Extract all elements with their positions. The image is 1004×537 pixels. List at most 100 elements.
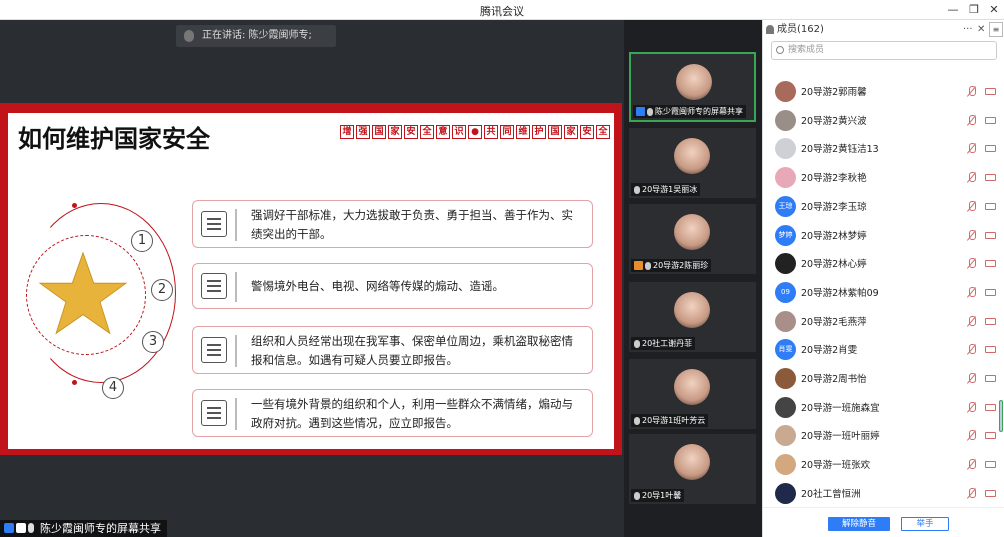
- camera-off-icon[interactable]: [985, 145, 996, 153]
- camera-off-icon[interactable]: [985, 403, 996, 411]
- step-badge-3: 3: [142, 331, 164, 353]
- member-row[interactable]: 20导游一班施森宜: [763, 394, 1004, 422]
- muted-mic-icon[interactable]: [967, 86, 976, 97]
- avatar: 09: [775, 281, 796, 303]
- member-row[interactable]: 20导游2郭雨馨: [763, 78, 1004, 106]
- more-options-button[interactable]: ···: [963, 20, 973, 40]
- report-icon: [201, 400, 227, 426]
- slogan-char: 国: [372, 125, 386, 139]
- muted-mic-icon[interactable]: [967, 200, 976, 212]
- avatar: [775, 253, 796, 275]
- member-row[interactable]: 肖雯 20导游2肖雯: [763, 336, 1004, 364]
- search-placeholder: 搜索成员: [788, 45, 825, 55]
- muted-mic-icon[interactable]: [967, 229, 976, 241]
- member-name: 20导游一班施森宜: [801, 402, 880, 414]
- muted-mic-icon[interactable]: [967, 459, 976, 470]
- member-name: 20导游2黄钰洁13: [801, 144, 879, 156]
- camera-off-icon[interactable]: [985, 346, 996, 354]
- camera-off-icon[interactable]: [985, 461, 996, 469]
- video-tile-name: 20社工谢丹菲: [642, 339, 693, 348]
- muted-mic-icon[interactable]: [967, 344, 976, 355]
- mic-icon: [184, 30, 194, 42]
- video-tile-name: 20导游2陈丽珍: [653, 261, 709, 270]
- camera-off-icon[interactable]: [985, 260, 996, 268]
- video-strip[interactable]: 陈少霞闽师专的屏幕共享 20导游1吴丽冰 20导游2陈丽珍 20社工谢丹菲 20…: [624, 20, 762, 537]
- member-row[interactable]: 20导游2李秋艳: [763, 164, 1004, 192]
- avatar: [775, 81, 796, 102]
- member-name: 20导游一班叶丽婷: [801, 431, 880, 443]
- muted-mic-icon[interactable]: [967, 487, 976, 499]
- member-row[interactable]: 09 20导游2林紫帕09: [763, 279, 1004, 307]
- video-tile[interactable]: 20导游2陈丽珍: [629, 204, 756, 274]
- video-tile[interactable]: 20导1叶馨: [629, 434, 756, 504]
- member-name: 20导游一班张欢: [801, 460, 871, 472]
- search-input[interactable]: 搜索成员: [771, 41, 997, 60]
- member-name: 20导游2李秋艳: [801, 173, 867, 185]
- avatar: [775, 482, 796, 504]
- camera-off-icon[interactable]: [985, 489, 996, 497]
- video-tile-label: 20导游2陈丽珍: [631, 259, 712, 272]
- muted-mic-icon[interactable]: [967, 172, 976, 183]
- member-row[interactable]: 20导游一班张欢: [763, 451, 1004, 479]
- slogan-char: 全: [420, 125, 434, 139]
- member-row[interactable]: 20导游2林心婷: [763, 250, 1004, 278]
- close-button[interactable]: ✕: [985, 2, 1003, 18]
- video-tile-name: 20导1叶馨: [642, 491, 682, 500]
- muted-mic-icon[interactable]: [967, 373, 976, 384]
- video-tile[interactable]: 20导游1班叶芳云: [629, 359, 756, 429]
- raise-hand-button[interactable]: 举手: [901, 517, 949, 531]
- menu-icon[interactable]: ≡: [989, 22, 1003, 37]
- camera-off-icon[interactable]: [985, 231, 996, 239]
- minimize-button[interactable]: —: [944, 2, 962, 18]
- unmute-all-button[interactable]: 解除静音: [828, 517, 890, 531]
- member-row[interactable]: 20导游2黄钰洁13: [763, 135, 1004, 163]
- item-text-4: 一些有境外背景的组织和个人，利用一些群众不满情绪，煽动与政府对抗。遇到这些情况，…: [251, 397, 573, 430]
- camera-off-icon[interactable]: [985, 317, 996, 325]
- video-tile[interactable]: 20导游1吴丽冰: [629, 128, 756, 198]
- avatar: [674, 138, 710, 174]
- person-icon: [4, 523, 14, 533]
- video-tile[interactable]: 20社工谢丹菲: [629, 282, 756, 352]
- slogan-char: 强: [356, 125, 370, 139]
- screen-share-stage: 正在讲话: 陈少霞闽师专; 如何维护国家安全 增强国家安全意识 ● 共同维护国家安全…: [0, 20, 624, 537]
- video-tile[interactable]: 陈少霞闽师专的屏幕共享: [629, 52, 756, 122]
- avatar: [674, 292, 710, 328]
- member-row[interactable]: 20导游一班叶丽婷: [763, 422, 1004, 450]
- screen-share-icon: [16, 523, 26, 533]
- camera-off-icon[interactable]: [985, 174, 996, 182]
- muted-mic-icon[interactable]: [967, 114, 976, 126]
- slide-content: 如何维护国家安全 增强国家安全意识 ● 共同维护国家安全 1 2 3 4 强调好干部…: [8, 113, 614, 449]
- meeting-window: 腾讯会议 — ❐ ✕ 正在讲话: 陈少霞闽师专; 如何维护国家安全 增强国家安全…: [0, 0, 1004, 537]
- camera-off-icon[interactable]: [985, 88, 996, 95]
- member-row[interactable]: 20社工曾恒洲: [763, 480, 1004, 508]
- item-separator: [235, 335, 237, 367]
- camera-off-icon[interactable]: [985, 288, 996, 296]
- muted-mic-icon[interactable]: [967, 401, 976, 413]
- member-row[interactable]: 20导游2黄兴波: [763, 107, 1004, 135]
- member-row[interactable]: 20导游2毛燕萍: [763, 308, 1004, 336]
- avatar: [676, 64, 712, 100]
- slogan-char: 安: [580, 125, 594, 139]
- member-row[interactable]: 王琼 20导游2李玉琼: [763, 193, 1004, 221]
- person-icon: [636, 107, 645, 116]
- close-panel-button[interactable]: ✕: [977, 20, 985, 40]
- camera-off-icon[interactable]: [985, 202, 996, 210]
- restore-button[interactable]: ❐: [965, 2, 983, 18]
- camera-off-icon[interactable]: [985, 432, 996, 440]
- camera-off-icon[interactable]: [985, 375, 996, 382]
- member-row[interactable]: 梦婷 20导游2林梦婷: [763, 222, 1004, 250]
- muted-mic-icon[interactable]: [967, 315, 976, 327]
- video-tile-label: 20社工谢丹菲: [631, 337, 696, 350]
- muted-mic-icon[interactable]: [967, 143, 976, 154]
- muted-mic-icon[interactable]: [967, 258, 976, 269]
- item-separator: [235, 272, 237, 302]
- slogan-char: ●: [468, 125, 482, 139]
- slogan-char: 全: [596, 125, 610, 139]
- muted-mic-icon[interactable]: [967, 430, 976, 441]
- member-row[interactable]: 20导游2周书怡: [763, 365, 1004, 393]
- member-name: 20导游2毛燕萍: [801, 316, 867, 328]
- members-scrollbar[interactable]: [999, 400, 1003, 432]
- camera-off-icon[interactable]: [985, 116, 996, 124]
- muted-mic-icon[interactable]: [967, 286, 976, 298]
- avatar: [775, 109, 796, 131]
